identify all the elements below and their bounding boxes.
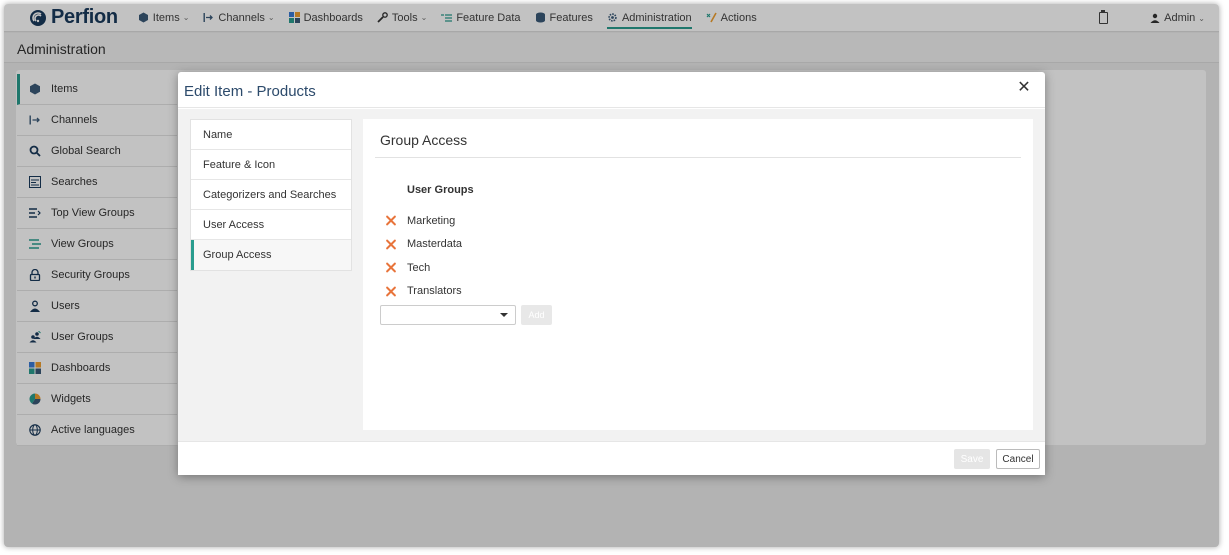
edit-item-dialog: Edit Item - Products ✕ Name Feature & Ic… (178, 72, 1045, 475)
dialog-footer: Save Cancel (178, 441, 1045, 475)
remove-icon[interactable] (385, 215, 396, 226)
tab-feature-icon[interactable]: Feature & Icon (191, 150, 351, 180)
group-name: Marketing (407, 214, 456, 227)
dialog-title: Edit Item - Products (184, 83, 316, 100)
user-group-list: Marketing Masterdata Tech Translators (385, 209, 462, 303)
tab-name[interactable]: Name (191, 120, 351, 150)
add-group-button[interactable]: Add (521, 305, 552, 325)
remove-icon[interactable] (385, 239, 396, 250)
user-groups-header: User Groups (407, 184, 474, 196)
group-name: Tech (407, 261, 431, 274)
tab-user-access[interactable]: User Access (191, 210, 351, 240)
tab-label: User Access (203, 218, 265, 231)
list-item: Marketing (385, 209, 462, 233)
app-window: Perfion Items ⌄ Channels ⌄ Dashboards To… (4, 4, 1219, 547)
caret-down-icon (500, 313, 508, 317)
dialog-body: Name Feature & Icon Categorizers and Sea… (178, 109, 1045, 441)
panel-title: Group Access (380, 132, 468, 148)
user-group-select[interactable] (380, 305, 516, 325)
tab-categorizers-searches[interactable]: Categorizers and Searches (191, 180, 351, 210)
remove-icon[interactable] (385, 262, 396, 273)
dialog-header: Edit Item - Products ✕ (178, 72, 1045, 108)
group-name: Translators (407, 285, 462, 298)
close-icon[interactable]: ✕ (1017, 80, 1031, 96)
list-item: Translators (385, 280, 462, 304)
tab-group-access[interactable]: Group Access (191, 240, 351, 270)
dialog-tabs: Name Feature & Icon Categorizers and Sea… (190, 119, 352, 271)
group-access-panel: Group Access User Groups Marketing Maste… (363, 119, 1033, 430)
cancel-button[interactable]: Cancel (996, 449, 1040, 469)
tab-label: Feature & Icon (203, 158, 276, 171)
group-name: Masterdata (407, 238, 463, 251)
panel-divider (375, 157, 1021, 158)
tab-label: Categorizers and Searches (203, 188, 337, 201)
tab-label: Group Access (203, 249, 272, 261)
tab-label: Name (203, 128, 233, 141)
list-item: Tech (385, 256, 462, 280)
list-item: Masterdata (385, 233, 462, 257)
save-button[interactable]: Save (954, 449, 990, 469)
remove-icon[interactable] (385, 286, 396, 297)
